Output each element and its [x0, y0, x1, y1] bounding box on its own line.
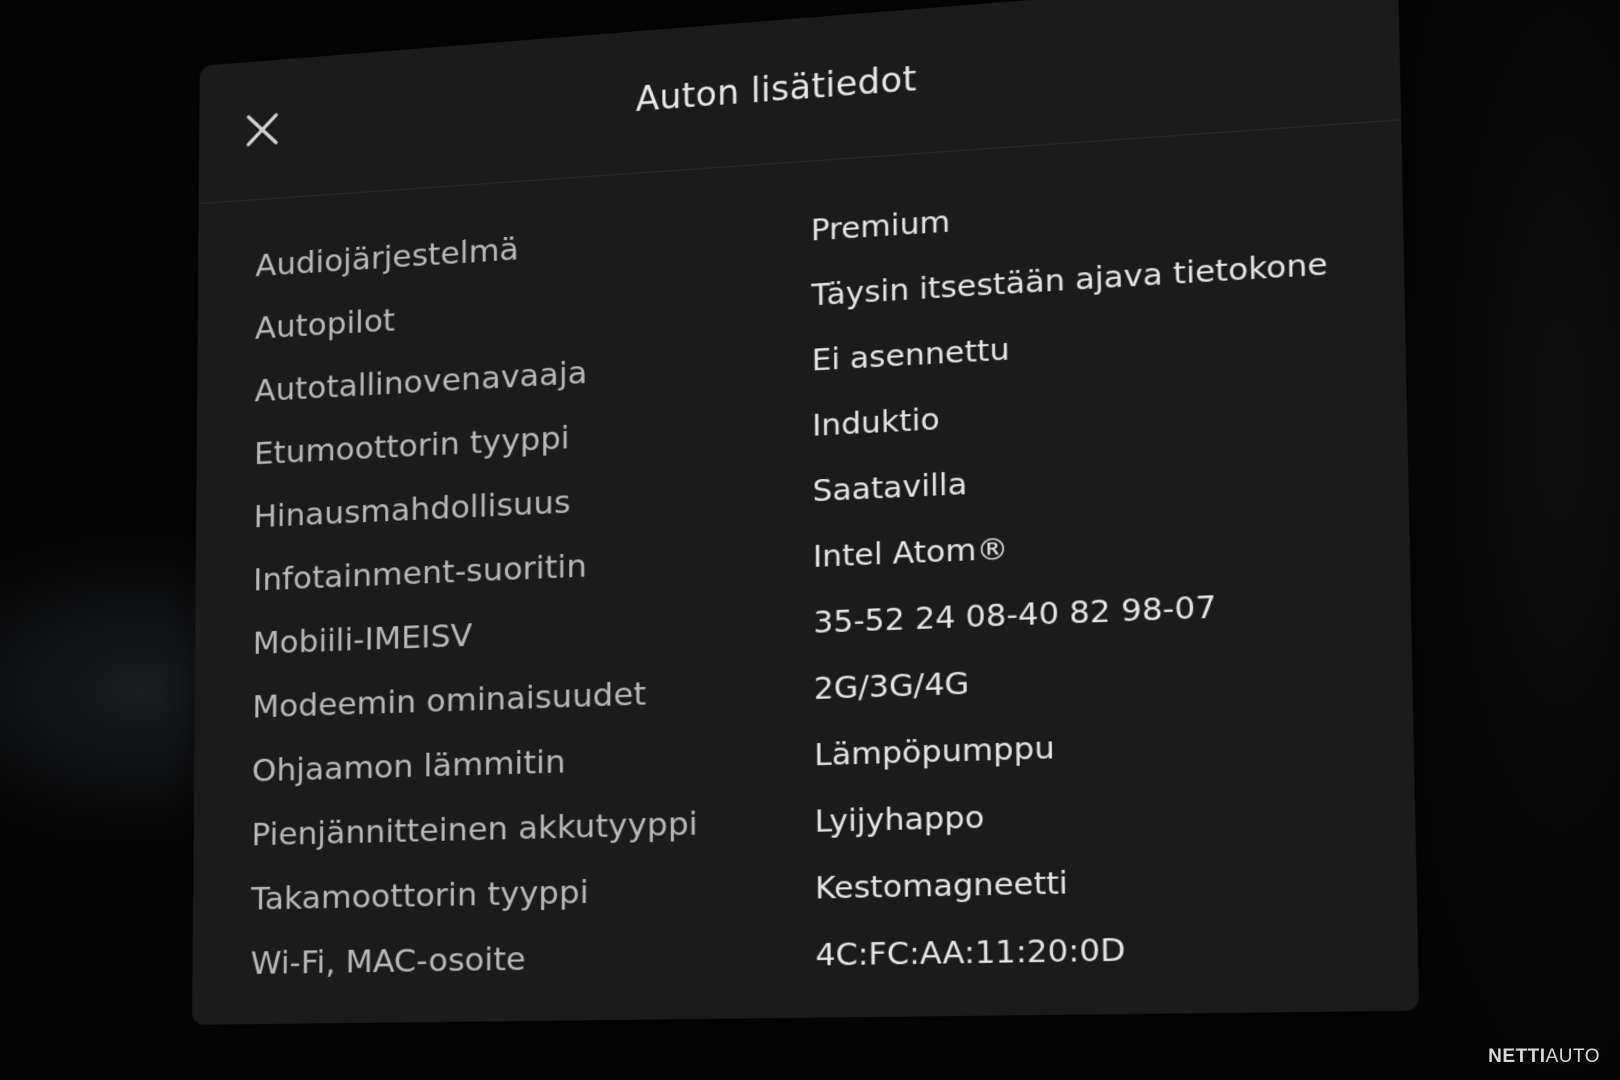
detail-value: Kestomagneetti	[814, 863, 1069, 906]
detail-label: Wi-Fi, MAC-osoite	[250, 940, 526, 982]
detail-value: 4C:FC:AA:11:20:0D	[815, 930, 1126, 973]
detail-value: Lämpöpumppu	[814, 728, 1055, 773]
detail-label: Takamoottorin tyyppi	[250, 873, 589, 918]
nettiauto-watermark: NETTIAUTO	[1488, 1046, 1600, 1068]
detail-value: 2G/3G/4G	[813, 664, 970, 706]
details-list: Audiojärjestelmä Premium Autopilot Täysi…	[250, 160, 1383, 995]
detail-label: Modeemin ominaisuudet	[252, 674, 647, 726]
detail-value: 35-52 24 08-40 82 98-07	[813, 588, 1217, 640]
detail-label: Infotainment-suoritin	[253, 547, 587, 599]
detail-value: Induktio	[812, 400, 940, 443]
detail-value: Saatavilla	[812, 465, 968, 509]
watermark-bold-part: NETTI	[1488, 1046, 1546, 1067]
detail-label: Pienjännitteinen akkutyyppi	[251, 804, 698, 854]
detail-label: Hinausmahdollisuus	[253, 483, 571, 535]
detail-value: Lyijyhappo	[814, 798, 985, 839]
vehicle-details-dialog: Auton lisätiedot Audiojärjestelmä Premiu…	[192, 0, 1420, 1025]
detail-label: Mobiili-IMEISV	[252, 616, 473, 662]
detail-label: Ohjaamon lämmitin	[251, 742, 566, 789]
detail-value: Intel Atom®	[812, 529, 1009, 574]
watermark-light-part: AUTO	[1545, 1046, 1600, 1067]
